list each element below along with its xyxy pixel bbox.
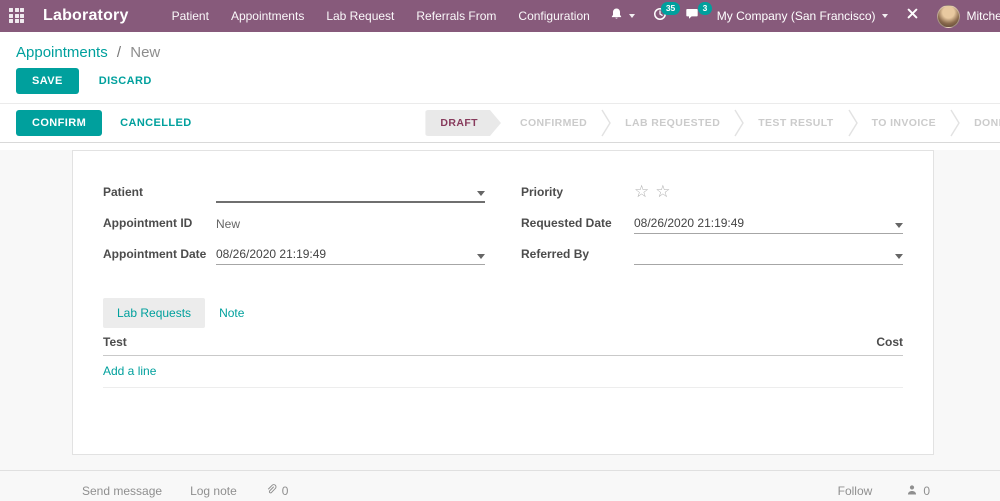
follower-count: 0 bbox=[923, 484, 930, 498]
log-note-button[interactable]: Log note bbox=[190, 484, 237, 498]
appointment-date-label: Appointment Date bbox=[103, 247, 207, 261]
followers-button[interactable]: 0 bbox=[906, 484, 930, 499]
discard-button[interactable]: DISCARD bbox=[99, 68, 152, 94]
company-switcher[interactable]: My Company (San Francisco) bbox=[708, 0, 897, 32]
column-cost: Cost bbox=[876, 335, 903, 349]
requested-date-label: Requested Date bbox=[521, 216, 612, 230]
avatar bbox=[936, 4, 960, 28]
menu-configuration[interactable]: Configuration bbox=[507, 0, 600, 32]
status-step-draft[interactable]: DRAFT bbox=[425, 110, 501, 136]
status-step-lab-requested[interactable]: LAB REQUESTED bbox=[611, 117, 734, 129]
appointment-id-value: New bbox=[216, 215, 485, 234]
status-step-to-invoice[interactable]: TO INVOICE bbox=[858, 117, 950, 129]
notifications-bell[interactable] bbox=[601, 0, 644, 32]
priority-stars: ☆☆ bbox=[634, 183, 677, 200]
form-header: CONFIRM CANCELLED DRAFT CONFIRMED LAB RE… bbox=[0, 103, 1000, 143]
chevron-separator-icon bbox=[847, 109, 858, 137]
form-sheet: Patient Appointment ID New Appointment D… bbox=[72, 150, 934, 455]
menu-patient[interactable]: Patient bbox=[161, 0, 220, 32]
app-brand[interactable]: Laboratory bbox=[43, 7, 129, 25]
tab-lab-requests[interactable]: Lab Requests bbox=[103, 298, 206, 328]
menu-lab-request[interactable]: Lab Request bbox=[315, 0, 405, 32]
appointment-date-input[interactable]: 08/26/2020 21:19:49 bbox=[216, 246, 485, 265]
chevron-down-icon bbox=[628, 14, 635, 18]
send-message-button[interactable]: Send message bbox=[82, 484, 162, 498]
developer-tools-button[interactable] bbox=[897, 0, 928, 32]
referred-by-label: Referred By bbox=[521, 247, 590, 261]
appointment-id-label: Appointment ID bbox=[103, 216, 193, 230]
priority-widget: ☆☆ bbox=[634, 183, 903, 203]
follower-controls: Follow 0 bbox=[804, 484, 930, 499]
field-row-appointment-date: Appointment Date 08/26/2020 21:19:49 bbox=[103, 243, 485, 265]
company-name: My Company (San Francisco) bbox=[716, 9, 876, 23]
breadcrumb-separator: / bbox=[116, 44, 122, 61]
notebook-tabs: Lab Requests Note bbox=[103, 298, 903, 328]
bell-icon bbox=[610, 7, 623, 26]
star-icon[interactable]: ☆ bbox=[634, 182, 655, 201]
chevron-down-icon bbox=[881, 14, 888, 18]
dropdown-caret-icon[interactable] bbox=[477, 254, 485, 259]
priority-label: Priority bbox=[521, 185, 564, 199]
log-note-label: Log note bbox=[190, 484, 237, 498]
control-panel-buttons: SAVE DISCARD bbox=[0, 61, 1000, 103]
chevron-separator-icon bbox=[734, 109, 745, 137]
dropdown-caret-icon[interactable] bbox=[895, 254, 903, 259]
attachments-button[interactable]: 0 bbox=[265, 483, 289, 499]
field-row-appointment-id: Appointment ID New bbox=[103, 212, 485, 234]
tools-cross-icon bbox=[906, 7, 919, 25]
main-menu: Patient Appointments Lab Request Referra… bbox=[161, 0, 601, 32]
apps-grid-icon[interactable] bbox=[9, 8, 24, 24]
dropdown-caret-icon[interactable] bbox=[477, 191, 485, 196]
confirm-button[interactable]: CONFIRM bbox=[16, 110, 103, 136]
breadcrumb-current: New bbox=[130, 44, 161, 61]
patient-input[interactable] bbox=[216, 184, 485, 203]
follow-label: Follow bbox=[837, 484, 873, 498]
form-right-column: Priority ☆☆ Requested Date 08/26/2020 21… bbox=[521, 181, 903, 274]
appointment-date-value: 08/26/2020 21:19:49 bbox=[216, 247, 327, 261]
menu-appointments[interactable]: Appointments bbox=[220, 0, 315, 32]
activities-button[interactable]: 35 bbox=[644, 0, 680, 32]
chat-bubble-icon bbox=[685, 7, 699, 25]
form-body: Patient Appointment ID New Appointment D… bbox=[0, 150, 1000, 470]
dropdown-caret-icon[interactable] bbox=[895, 223, 903, 228]
appointment-id-text: New bbox=[216, 217, 241, 231]
status-step-confirmed[interactable]: CONFIRMED bbox=[506, 117, 601, 129]
chevron-separator-icon bbox=[950, 109, 960, 137]
paperclip-icon bbox=[265, 483, 277, 499]
chatter-footer: Send message Log note 0 Follow 0 bbox=[0, 470, 1000, 501]
field-row-priority: Priority ☆☆ bbox=[521, 181, 903, 203]
chevron-separator-icon bbox=[601, 109, 611, 137]
cancelled-button[interactable]: CANCELLED bbox=[120, 110, 191, 136]
user-name: Mitchell Admin bbox=[966, 9, 1000, 23]
field-row-patient: Patient bbox=[103, 181, 485, 203]
form-left-column: Patient Appointment ID New Appointment D… bbox=[103, 181, 485, 274]
star-icon[interactable]: ☆ bbox=[655, 182, 676, 201]
breadcrumb: Appointments / New bbox=[0, 32, 1000, 61]
referred-by-input[interactable] bbox=[634, 246, 903, 265]
statusbar: DRAFT CONFIRMED LAB REQUESTED TEST RESUL… bbox=[425, 109, 1000, 137]
systray: 35 3 My Company (San Francisco) Mitchell… bbox=[601, 0, 1000, 32]
add-a-line-link[interactable]: Add a line bbox=[103, 356, 903, 388]
attachment-count: 0 bbox=[281, 484, 289, 498]
follow-button[interactable]: Follow bbox=[838, 484, 873, 498]
messages-button[interactable]: 3 bbox=[676, 0, 712, 32]
user-menu[interactable]: Mitchell Admin bbox=[928, 0, 1000, 32]
lab-requests-table-header: Test Cost bbox=[103, 335, 903, 356]
top-navbar: Laboratory Patient Appointments Lab Requ… bbox=[0, 0, 1000, 32]
menu-referrals-from[interactable]: Referrals From bbox=[405, 0, 507, 32]
status-step-test-result[interactable]: TEST RESULT bbox=[744, 117, 847, 129]
field-row-referred-by: Referred By bbox=[521, 243, 903, 265]
person-icon bbox=[906, 484, 918, 499]
send-message-label: Send message bbox=[82, 484, 163, 498]
breadcrumb-appointments-link[interactable]: Appointments bbox=[16, 44, 108, 61]
field-row-requested-date: Requested Date 08/26/2020 21:19:49 bbox=[521, 212, 903, 234]
status-step-done[interactable]: DONE bbox=[960, 117, 1000, 129]
requested-date-value: 08/26/2020 21:19:49 bbox=[634, 216, 745, 230]
tab-note[interactable]: Note bbox=[205, 298, 258, 328]
patient-label: Patient bbox=[103, 185, 144, 199]
save-button[interactable]: SAVE bbox=[16, 68, 79, 94]
column-test: Test bbox=[103, 335, 127, 349]
requested-date-input[interactable]: 08/26/2020 21:19:49 bbox=[634, 215, 903, 234]
